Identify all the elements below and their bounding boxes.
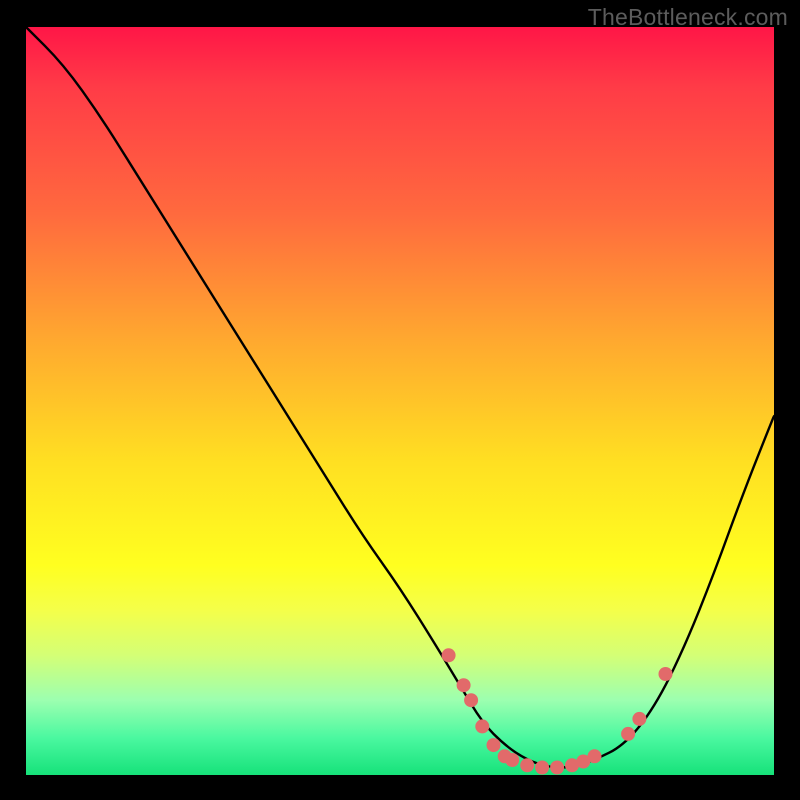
marker-dot — [535, 761, 549, 775]
marker-dot — [457, 678, 471, 692]
marker-dot — [659, 667, 673, 681]
marker-dot — [505, 753, 519, 767]
marker-dot — [588, 749, 602, 763]
marker-dot — [442, 648, 456, 662]
chart-plot-area — [26, 27, 774, 775]
marker-dot — [520, 758, 534, 772]
marker-dot — [632, 712, 646, 726]
marker-dot — [550, 761, 564, 775]
bottleneck-curve — [26, 27, 774, 768]
marker-dot — [487, 738, 501, 752]
marker-dot — [464, 693, 478, 707]
marker-dot — [621, 727, 635, 741]
marker-dot — [475, 719, 489, 733]
